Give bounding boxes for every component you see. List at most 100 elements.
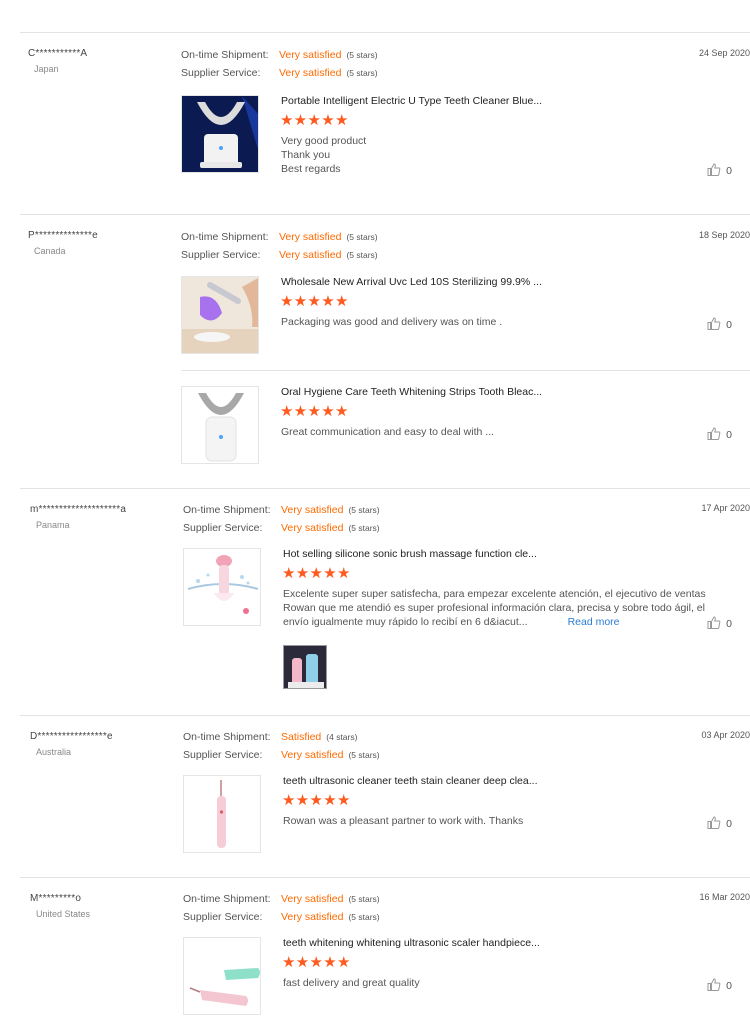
comment-line: Packaging was good and delivery was on t… <box>281 316 503 328</box>
service-rating: Supplier Service: Very satisfied (5 stars) <box>183 910 380 924</box>
service-value: Very satisfied <box>281 911 344 923</box>
like-button[interactable]: 0 <box>707 978 732 994</box>
reviewer-country: Panama <box>36 520 70 530</box>
product-thumbnail[interactable] <box>183 548 261 626</box>
product-title[interactable]: Portable Intelligent Electric U Type Tee… <box>281 95 542 107</box>
comment-line: envío igualmente muy rápido lo recibí en… <box>283 616 620 628</box>
service-label: Supplier Service: <box>181 249 261 261</box>
shipment-rating: On-time Shipment: Very satisfied (5 stars) <box>183 503 380 517</box>
review-date: 17 Apr 2020 <box>701 503 750 513</box>
attached-photo[interactable] <box>283 645 327 689</box>
service-stars: (5 stars) <box>348 912 380 922</box>
product-thumbnail[interactable] <box>181 386 259 464</box>
shipment-value: Very satisfied <box>279 231 342 243</box>
thumbs-up-icon <box>707 163 721 179</box>
review-date: 18 Sep 2020 <box>698 230 750 240</box>
service-stars: (5 stars) <box>346 250 378 260</box>
review-item: M*********o United States On-time Shipme… <box>0 877 750 1027</box>
like-count: 0 <box>726 817 732 830</box>
shipment-label: On-time Shipment: <box>181 231 269 243</box>
like-button[interactable]: 0 <box>707 163 732 179</box>
like-button[interactable]: 0 <box>707 816 732 832</box>
product-entry: teeth whitening whitening ultrasonic sca… <box>183 937 750 1017</box>
review-comment: Rowan was a pleasant partner to work wit… <box>283 814 523 828</box>
review-comment: Packaging was good and delivery was on t… <box>281 315 502 329</box>
shipment-label: On-time Shipment: <box>183 893 271 905</box>
shipment-value: Satisfied <box>281 731 322 743</box>
comment-line: Best regards <box>281 163 341 175</box>
thumbs-up-icon <box>707 317 721 333</box>
service-value: Very satisfied <box>281 522 344 534</box>
comment-line: Rowan was a pleasant partner to work wit… <box>283 815 524 827</box>
service-rating: Supplier Service: Very satisfied (5 stars) <box>183 521 380 535</box>
review-date: 24 Sep 2020 <box>698 48 750 58</box>
service-stars: (5 stars) <box>346 68 378 78</box>
review-comment: Great communication and easy to deal wit… <box>281 425 494 439</box>
shipment-rating: On-time Shipment: Satisfied (4 stars) <box>183 730 357 744</box>
like-count: 0 <box>726 318 732 331</box>
shipment-label: On-time Shipment: <box>183 504 271 516</box>
service-label: Supplier Service: <box>181 67 261 79</box>
thumbs-up-icon <box>707 427 721 443</box>
like-count: 0 <box>726 979 732 992</box>
like-count: 0 <box>726 164 732 177</box>
product-thumbnail[interactable] <box>183 937 261 1015</box>
reviewer-name: C***********A <box>28 48 88 59</box>
review-item: P**************e Canada On-time Shipment… <box>0 214 750 488</box>
product-divider <box>181 370 750 371</box>
rating-stars: ★★★★★ <box>282 954 351 971</box>
like-count: 0 <box>726 617 732 630</box>
product-entry: Portable Intelligent Electric U Type Tee… <box>181 95 750 177</box>
shipment-label: On-time Shipment: <box>181 49 269 61</box>
comment-line: Great communication and easy to deal wit… <box>281 426 495 438</box>
product-title[interactable]: Hot selling silicone sonic brush massage… <box>283 548 537 560</box>
shipment-rating: On-time Shipment: Very satisfied (5 stars) <box>181 48 378 62</box>
review-item: D*****************e Australia On-time Sh… <box>0 715 750 877</box>
product-entry: Wholesale New Arrival Uvc Led 10S Steril… <box>181 276 750 356</box>
service-value: Very satisfied <box>279 249 342 261</box>
comment-line: Very good product <box>281 135 367 147</box>
like-button[interactable]: 0 <box>707 317 732 333</box>
read-more-link[interactable]: Read more <box>568 616 620 628</box>
product-title[interactable]: teeth whitening whitening ultrasonic sca… <box>283 937 540 949</box>
product-title[interactable]: teeth ultrasonic cleaner teeth stain cle… <box>283 775 538 787</box>
service-label: Supplier Service: <box>183 749 263 761</box>
reviewer-name: P**************e <box>28 230 98 241</box>
service-rating: Supplier Service: Very satisfied (5 stars) <box>181 248 378 262</box>
review-comment: Very good product Thank you Best regards <box>281 134 366 176</box>
shipment-value: Very satisfied <box>281 893 344 905</box>
shipment-rating: On-time Shipment: Very satisfied (5 stars) <box>181 230 378 244</box>
shipment-stars: (4 stars) <box>326 732 358 742</box>
review-date: 03 Apr 2020 <box>701 730 750 740</box>
review-item: m********************a Panama On-time Sh… <box>0 488 750 715</box>
review-comment: Excelente super super satisfecha, para e… <box>283 587 708 629</box>
product-thumbnail[interactable] <box>181 276 259 354</box>
like-count: 0 <box>726 428 732 441</box>
rating-stars: ★★★★★ <box>280 293 349 310</box>
shipment-stars: (5 stars) <box>346 50 378 60</box>
shipment-stars: (5 stars) <box>346 232 378 242</box>
shipment-value: Very satisfied <box>281 504 344 516</box>
rating-stars: ★★★★★ <box>280 403 349 420</box>
review-date: 16 Mar 2020 <box>699 892 750 902</box>
comment-line: Excelente super super satisfecha, para e… <box>283 588 706 600</box>
service-rating: Supplier Service: Very satisfied (5 stars) <box>181 66 378 80</box>
like-button[interactable]: 0 <box>707 427 732 443</box>
service-rating: Supplier Service: Very satisfied (5 stars) <box>183 748 380 762</box>
reviewer-name: m********************a <box>30 504 127 515</box>
product-title[interactable]: Oral Hygiene Care Teeth Whitening Strips… <box>281 386 542 398</box>
rating-stars: ★★★★★ <box>282 565 351 582</box>
service-value: Very satisfied <box>279 67 342 79</box>
shipment-stars: (5 stars) <box>348 505 380 515</box>
product-thumbnail[interactable] <box>181 95 259 173</box>
shipment-stars: (5 stars) <box>348 894 380 904</box>
service-value: Very satisfied <box>281 749 344 761</box>
like-button[interactable]: 0 <box>707 616 732 632</box>
service-label: Supplier Service: <box>183 522 263 534</box>
product-title[interactable]: Wholesale New Arrival Uvc Led 10S Steril… <box>281 276 542 288</box>
reviewer-country: Canada <box>34 246 66 256</box>
rating-stars: ★★★★★ <box>282 792 351 809</box>
thumbs-up-icon <box>707 616 721 632</box>
review-comment: fast delivery and great quality <box>283 976 420 990</box>
product-thumbnail[interactable] <box>183 775 261 853</box>
